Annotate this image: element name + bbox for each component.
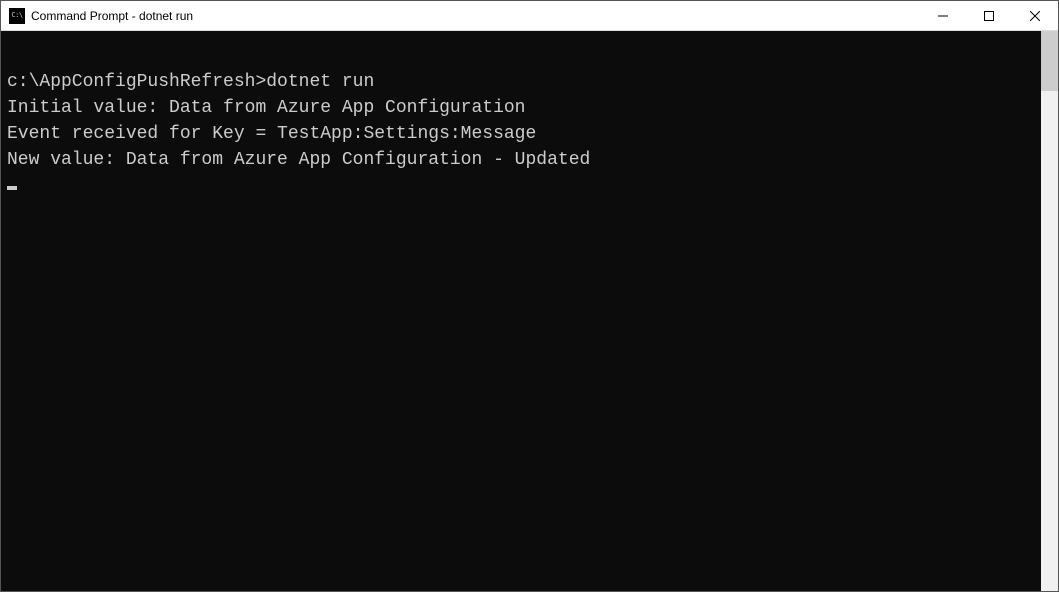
cmd-icon: C:\ [9,8,25,24]
terminal-cursor [7,186,17,190]
minimize-button[interactable] [920,1,966,30]
window-title: Command Prompt - dotnet run [31,9,920,23]
minimize-icon [938,11,948,21]
terminal-output[interactable]: c:\AppConfigPushRefresh>dotnet runInitia… [1,31,1041,591]
cmd-icon-text: C:\ [11,12,22,19]
scrollbar-thumb[interactable] [1041,31,1058,91]
blank-line [7,43,1035,69]
output-line: Event received for Key = TestApp:Setting… [7,121,1035,147]
maximize-button[interactable] [966,1,1012,30]
prompt-command: dotnet run [266,72,374,92]
prompt-line: c:\AppConfigPushRefresh>dotnet run [7,69,1035,95]
close-button[interactable] [1012,1,1058,30]
terminal-wrapper: c:\AppConfigPushRefresh>dotnet runInitia… [1,31,1058,591]
window-controls [920,1,1058,30]
output-line: New value: Data from Azure App Configura… [7,147,1035,173]
vertical-scrollbar[interactable] [1041,31,1058,591]
maximize-icon [984,11,994,21]
output-line: Initial value: Data from Azure App Confi… [7,95,1035,121]
prompt-path: c:\AppConfigPushRefresh> [7,72,266,92]
window-titlebar: C:\ Command Prompt - dotnet run [1,1,1058,31]
close-icon [1030,11,1040,21]
